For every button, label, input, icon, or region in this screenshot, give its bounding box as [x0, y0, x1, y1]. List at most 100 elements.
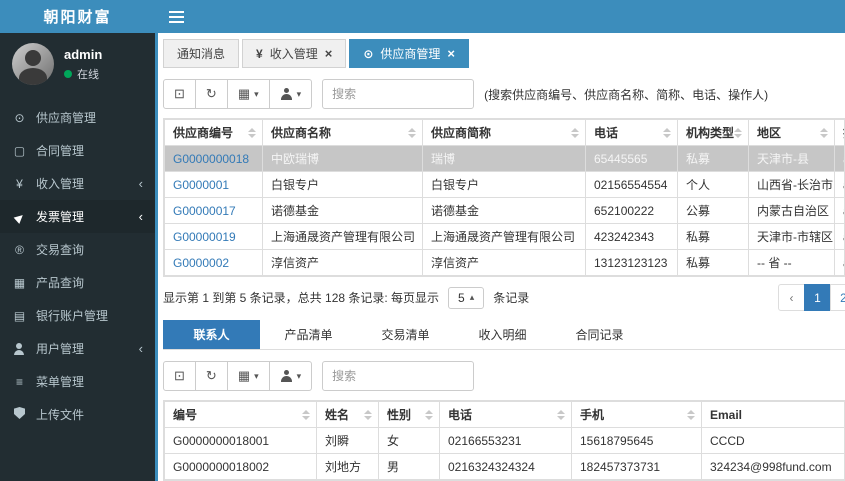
- contact-row[interactable]: G0000000018001 刘瞬 女 02166553231 15618795…: [164, 427, 844, 454]
- col-contact-id[interactable]: 编号: [164, 401, 317, 428]
- supplier-row[interactable]: G0000002 淳信资产 淳信资产 13123123123 私募 -- 省 -…: [164, 249, 844, 276]
- sort-icon[interactable]: [408, 127, 416, 138]
- export-button[interactable]: ▾: [268, 79, 313, 109]
- tab-income-management[interactable]: ¥ 收入管理 ×: [242, 39, 347, 68]
- sidebar-item-product-query[interactable]: ▦ 产品查询: [0, 266, 155, 299]
- sidebar-item-label: 用户管理: [36, 342, 85, 356]
- columns-button[interactable]: ▦ ▾: [226, 361, 270, 391]
- user-name: admin: [64, 46, 103, 62]
- col-email[interactable]: Email: [701, 401, 844, 428]
- col-institution-type[interactable]: 机构类型: [677, 119, 749, 146]
- sidebar-item-label: 发票管理: [36, 210, 85, 224]
- supplier-header-row: 供应商编号 供应商名称 供应商简称 电话 机构类型 地区 操作人: [164, 119, 844, 146]
- columns-button[interactable]: ▦ ▾: [226, 79, 270, 109]
- sidebar-item-bank-account-management[interactable]: ▤ 银行账户管理: [0, 299, 155, 332]
- sidebar-item-label: 上传文件: [36, 408, 85, 422]
- detail-tab-products[interactable]: 产品清单: [260, 320, 357, 349]
- user-status-label: 在线: [77, 68, 99, 81]
- supplier-table: 供应商编号 供应商名称 供应商简称 电话 机构类型 地区 操作人 G000000…: [164, 119, 844, 276]
- refresh-button[interactable]: ↻: [194, 79, 228, 109]
- tab-supplier-management[interactable]: ⊙ 供应商管理 ×: [349, 39, 469, 68]
- supplier-row[interactable]: G0000000018 中欧瑞博 瑞博 65445565 私募 天津市-县 ad…: [164, 145, 844, 172]
- supplier-id-link[interactable]: G00000019: [173, 230, 236, 244]
- supplier-table-wrap: 供应商编号 供应商名称 供应商简称 电话 机构类型 地区 操作人 G000000…: [163, 118, 845, 277]
- page-size-dropdown[interactable]: 5 ▴: [448, 286, 485, 309]
- prev-page-button[interactable]: ‹: [778, 284, 805, 311]
- close-icon[interactable]: ×: [325, 47, 333, 60]
- col-supplier-id[interactable]: 供应商编号: [164, 119, 263, 146]
- hamburger-menu-icon[interactable]: [169, 15, 184, 18]
- col-phone[interactable]: 电话: [585, 119, 678, 146]
- sidebar-item-supplier-management[interactable]: ⊙ 供应商管理: [0, 101, 155, 134]
- sort-icon[interactable]: [571, 127, 579, 138]
- sort-icon[interactable]: [687, 409, 695, 420]
- sidebar-item-label: 收入管理: [36, 177, 85, 191]
- supplier-pagination: 显示第 1 到第 5 条记录，总共 128 条记录: 每页显示 5 ▴ 条记录 …: [163, 284, 845, 311]
- col-mobile[interactable]: 手机: [571, 401, 702, 428]
- sort-icon[interactable]: [663, 127, 671, 138]
- sidebar-item-upload-file[interactable]: 上传文件: [0, 398, 155, 431]
- detail-tab-contacts[interactable]: 联系人: [163, 320, 260, 349]
- sort-icon[interactable]: [425, 409, 433, 420]
- contact-table-wrap: 编号 姓名 性别 电话 手机 Email G0000000018001 刘瞬 女…: [163, 400, 845, 481]
- supplier-row[interactable]: G00000017 诺德基金 诺德基金 652100222 公募 内蒙古自治区 …: [164, 197, 844, 224]
- pagination-info: 显示第 1 到第 5 条记录，总共 128 条记录: 每页显示 5 ▴ 条记录: [163, 286, 529, 309]
- caret-up-icon: ▴: [469, 292, 475, 302]
- sidebar-item-invoice-management[interactable]: ▶ 发票管理 ‹: [0, 200, 155, 233]
- sort-icon[interactable]: [302, 409, 310, 420]
- user-panel: admin 在线: [0, 33, 155, 97]
- caret-down-icon: ▾: [296, 88, 302, 99]
- detail-tab-income[interactable]: 收入明细: [454, 320, 551, 349]
- supplier-id-link[interactable]: G00000017: [173, 204, 236, 218]
- supplier-row[interactable]: G00000019 上海通晟资产管理有限公司 上海通晟资产管理有限公司 4232…: [164, 223, 844, 250]
- top-navbar: [155, 0, 845, 33]
- col-supplier-name[interactable]: 供应商名称: [262, 119, 423, 146]
- contact-row[interactable]: G0000000018002 刘地方 男 0216324324324 18245…: [164, 453, 844, 480]
- supplier-search-hint: (搜索供应商编号、供应商名称、简称、电话、操作人): [484, 87, 769, 102]
- export-button[interactable]: ▾: [268, 361, 313, 391]
- contact-header-row: 编号 姓名 性别 电话 手机 Email: [164, 401, 844, 428]
- supplier-id-link[interactable]: G0000000018: [173, 152, 249, 166]
- supplier-toolbar: ⊡ ↻ ▦▾ ▾ (搜索供应商编号、供应商名称、简称、电话、操作人): [163, 79, 845, 109]
- col-gender[interactable]: 性别: [378, 401, 440, 428]
- col-supplier-short-name[interactable]: 供应商简称: [422, 119, 586, 146]
- contact-search-input[interactable]: [322, 361, 475, 391]
- col-contact-name[interactable]: 姓名: [316, 401, 379, 428]
- pagination-info-text: 显示第 1 到第 5 条记录，总共 128 条记录: 每页显示: [163, 291, 440, 305]
- sort-icon[interactable]: [734, 127, 742, 138]
- sidebar-item-contract-management[interactable]: ▢ 合同管理: [0, 134, 155, 167]
- menu-lines-icon: ≡: [15, 374, 23, 389]
- toggle-view-button[interactable]: ⊡: [163, 361, 196, 391]
- sidebar-item-income-management[interactable]: ¥ 收入管理 ‹: [0, 167, 155, 200]
- sidebar-item-menu-management[interactable]: ≡ 菜单管理: [0, 365, 155, 398]
- sort-icon[interactable]: [820, 127, 828, 138]
- pager: ‹ 1 2: [778, 284, 845, 311]
- col-contact-phone[interactable]: 电话: [439, 401, 572, 428]
- paper-plane-icon: ▶: [12, 210, 27, 225]
- detail-tab-transactions[interactable]: 交易清单: [357, 320, 454, 349]
- close-icon[interactable]: ×: [447, 47, 455, 60]
- person-icon: [12, 342, 27, 355]
- sort-icon[interactable]: [248, 127, 256, 138]
- col-operator[interactable]: 操作人: [834, 119, 844, 146]
- supplier-id-link[interactable]: G0000002: [173, 256, 229, 270]
- detail-tab-contracts[interactable]: 合同记录: [551, 320, 648, 349]
- sidebar-item-transaction-query[interactable]: ® 交易查询: [0, 233, 155, 266]
- toggle-icon: ⊡: [174, 86, 185, 101]
- page-button-1[interactable]: 1: [804, 284, 831, 311]
- supplier-id-link[interactable]: G0000001: [173, 178, 229, 192]
- col-region[interactable]: 地区: [748, 119, 835, 146]
- refresh-button[interactable]: ↻: [194, 361, 228, 391]
- supplier-row[interactable]: G0000001 白银专户 白银专户 02156554554 个人 山西省-长治…: [164, 171, 844, 198]
- columns-icon: ▦: [237, 86, 251, 101]
- toggle-icon: ⊡: [174, 368, 185, 383]
- supplier-search-input[interactable]: [322, 79, 475, 109]
- tab-notifications[interactable]: 通知消息: [163, 39, 240, 68]
- sidebar-item-label: 交易查询: [36, 243, 85, 257]
- page-button-2[interactable]: 2: [830, 284, 845, 311]
- sort-icon[interactable]: [557, 409, 565, 420]
- columns-icon: ▦: [237, 368, 251, 383]
- toggle-view-button[interactable]: ⊡: [163, 79, 196, 109]
- sidebar-item-user-management[interactable]: 用户管理 ‹: [0, 332, 155, 365]
- sort-icon[interactable]: [364, 409, 372, 420]
